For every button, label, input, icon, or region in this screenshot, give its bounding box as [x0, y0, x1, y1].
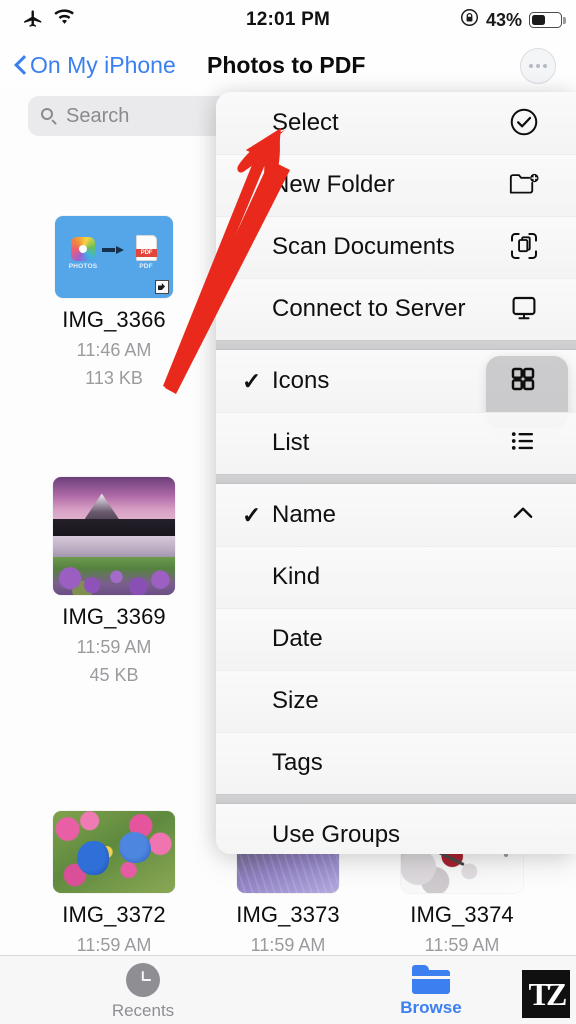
tz-watermark-logo: TZ	[522, 970, 570, 1018]
file-time: 11:59 AM	[424, 935, 500, 955]
context-menu: ✓ Select ✓ New Folder ✓ Scan Documents	[216, 92, 576, 854]
menu-item-label: New Folder	[272, 171, 395, 198]
file-time: 11:59 AM	[76, 637, 152, 657]
photos-app-icon	[71, 237, 95, 261]
menu-icon-empty	[508, 746, 542, 780]
menu-item-label: Scan Documents	[272, 233, 455, 260]
file-size: 113 KB	[85, 368, 143, 388]
menu-item-list[interactable]: ✓ List	[216, 412, 576, 474]
clock-icon	[126, 963, 160, 997]
menu-item-label: Icons	[272, 367, 330, 394]
menu-icon-empty	[508, 684, 542, 718]
menu-separator	[216, 340, 576, 350]
file-name: IMG_3374	[410, 902, 514, 927]
menu-item-select[interactable]: ✓ Select	[216, 92, 576, 154]
menu-item-date[interactable]: ✓ Date	[216, 608, 576, 670]
menu-item-size[interactable]: ✓ Size	[216, 670, 576, 732]
chevron-up-icon	[508, 498, 542, 532]
alias-badge-icon	[155, 280, 169, 294]
search-placeholder: Search	[66, 104, 130, 127]
file-thumbnail-bluebirds	[53, 811, 175, 893]
menu-item-label: Tags	[272, 749, 323, 776]
tab-browse[interactable]: Browse	[371, 963, 491, 1018]
menu-icon-empty	[508, 818, 542, 852]
tab-bar: Recents Browse	[0, 955, 576, 1024]
battery-icon	[529, 12, 566, 28]
menu-item-label: Kind	[272, 563, 321, 590]
menu-item-tags[interactable]: ✓ Tags	[216, 732, 576, 794]
menu-item-label: Connect to Server	[272, 295, 466, 322]
tz-watermark-text: TZ	[528, 975, 568, 1012]
grid-icon	[508, 364, 542, 398]
file-item[interactable]: IMG_3369 11:59 AM 45 KB	[27, 475, 201, 686]
file-item[interactable]: PHOTOS PDF IMG_3366 11:46 AM 113 KB	[27, 214, 201, 389]
checkmark-circle-icon	[508, 106, 542, 140]
page-title: Photos to PDF	[207, 51, 366, 78]
status-bar: 12:01 PM 43%	[0, 0, 576, 40]
chevron-left-icon	[14, 55, 26, 75]
menu-item-label: Use Groups	[272, 821, 401, 848]
file-name: IMG_3366	[62, 307, 166, 332]
file-time: 11:59 AM	[76, 935, 152, 955]
tab-label: Recents	[111, 1001, 175, 1020]
folder-plus-icon	[508, 168, 542, 202]
tab-label: Browse	[400, 998, 462, 1017]
file-name: IMG_3372	[62, 902, 166, 927]
file-item[interactable]: IMG_3372 11:59 AM	[27, 809, 201, 956]
thumb-label-photos: PHOTOS	[68, 263, 98, 270]
file-size: 45 KB	[89, 665, 139, 685]
menu-item-scan-documents[interactable]: ✓ Scan Documents	[216, 216, 576, 278]
menu-item-new-folder[interactable]: ✓ New Folder	[216, 154, 576, 216]
menu-item-name[interactable]: ✓ Name	[216, 484, 576, 546]
menu-separator	[216, 794, 576, 804]
folder-icon	[412, 965, 450, 994]
menu-item-label: Name	[272, 501, 337, 528]
navigation-bar: On My iPhone Photos to PDF	[0, 40, 576, 90]
menu-item-connect-to-server[interactable]: ✓ Connect to Server	[216, 278, 576, 340]
menu-item-label: Select	[272, 109, 339, 136]
menu-item-label: Size	[272, 687, 319, 714]
scan-documents-icon	[508, 230, 542, 264]
menu-separator	[216, 474, 576, 484]
list-icon	[508, 426, 542, 460]
search-icon	[41, 107, 58, 125]
back-button-label: On My iPhone	[30, 51, 176, 78]
iphone-files-app-screen: 12:01 PM 43% On My iPhone Photos to PDF …	[0, 0, 576, 1024]
menu-item-kind[interactable]: ✓ Kind	[216, 546, 576, 608]
menu-item-icons[interactable]: ✓ Icons	[216, 350, 576, 428]
file-thumbnail-mountain-lake	[53, 477, 175, 595]
back-button[interactable]: On My iPhone	[14, 52, 176, 79]
menu-checkmark: ✓	[242, 501, 262, 528]
file-time: 11:59 AM	[250, 935, 326, 955]
rotation-lock-icon	[460, 8, 479, 32]
arrow-right-icon	[102, 246, 124, 254]
file-name: IMG_3373	[236, 902, 340, 927]
thumb-label-pdf: PDF	[139, 263, 153, 270]
menu-item-label: Date	[272, 625, 323, 652]
menu-item-use-groups[interactable]: ✓ Use Groups	[216, 804, 576, 854]
pdf-file-icon	[136, 235, 157, 261]
ellipsis-circle-icon[interactable]	[520, 48, 556, 84]
file-time: 11:46 AM	[76, 340, 152, 360]
menu-icon-empty	[508, 560, 542, 594]
display-icon	[508, 292, 542, 326]
file-thumbnail-photos-to-pdf: PHOTOS PDF	[55, 216, 173, 298]
tab-recents[interactable]: Recents	[83, 963, 203, 1021]
file-name: IMG_3369	[62, 604, 166, 629]
status-bar-right: 43%	[460, 8, 566, 32]
menu-item-label: List	[272, 429, 310, 456]
battery-percent-label: 43%	[485, 9, 522, 30]
menu-checkmark: ✓	[242, 367, 262, 394]
menu-icon-empty	[508, 622, 542, 656]
